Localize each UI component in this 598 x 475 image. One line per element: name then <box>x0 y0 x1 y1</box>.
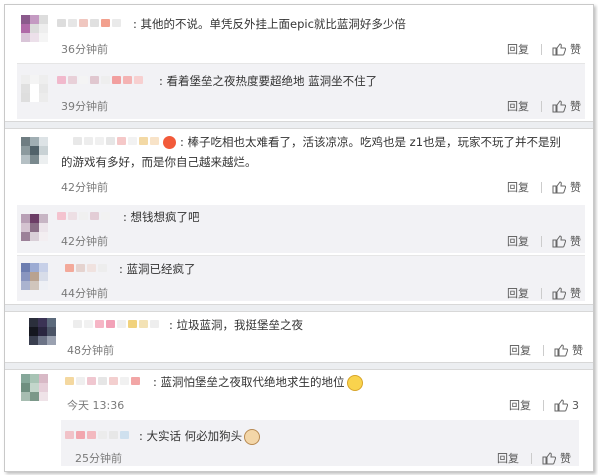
comment-item: : 蓝洞已经疯了 44分钟前 回复 赞 <box>17 255 585 301</box>
comment-actions: 回复 赞 <box>507 285 581 301</box>
avatar[interactable] <box>21 75 49 103</box>
timestamp: 今天 13:36 <box>67 399 125 412</box>
comment-text: : 大实话 何必加狗头 <box>139 426 261 446</box>
avatar[interactable] <box>21 214 49 242</box>
username[interactable] <box>73 320 159 330</box>
comment-group: : 其他的不说。单凭反外挂上面epic就比蓝洞好多少倍 36分钟前 回复 赞 :… <box>5 5 593 123</box>
comment-group: : 垃圾蓝洞，我挺堡垒之夜 48分钟前 回复 赞 <box>5 312 593 362</box>
like-button[interactable]: 3 <box>572 399 579 412</box>
vip-badge: 红 <box>163 136 273 149</box>
comment-text: : 蓝洞怕堡垒之夜取代绝地求生的地位 <box>153 372 363 392</box>
comment-item: : 蓝洞怕堡垒之夜取代绝地求生的地位 今天 13:36 回复 3 <box>17 370 585 414</box>
thumbs-up-icon[interactable] <box>552 234 566 248</box>
like-button[interactable]: 赞 <box>570 285 581 301</box>
like-button[interactable]: 赞 <box>570 41 581 57</box>
comment-actions: 回复 赞 <box>497 450 571 466</box>
comment-text: : 看着堡垒之夜热度要超绝地 蓝洞坐不住了 <box>159 74 378 88</box>
separator <box>5 362 593 370</box>
like-button[interactable]: 赞 <box>572 342 583 358</box>
comment-item: : 垃圾蓝洞，我挺堡垒之夜 48分钟前 回复 赞 <box>17 312 585 362</box>
reply-button[interactable]: 回复 <box>507 179 529 195</box>
avatar[interactable] <box>21 137 49 165</box>
avatar[interactable] <box>21 263 49 291</box>
comment-item: 红: 棒子吃相也太难看了，活该凉凉。吃鸡也是 z1也是，玩家不玩了并不是别的游戏… <box>17 129 585 199</box>
comment-text: : 垃圾蓝洞，我挺堡垒之夜 <box>169 318 304 332</box>
reply-button[interactable]: 回复 <box>507 233 529 249</box>
thumbs-up-icon[interactable] <box>554 343 568 357</box>
comment-text: 红: 棒子吃相也太难看了，活该凉凉。吃鸡也是 z1也是，玩家不玩了并不是别的游戏… <box>61 135 562 169</box>
avatar[interactable] <box>21 15 49 43</box>
separator <box>5 304 593 312</box>
reply-button[interactable]: 回复 <box>507 285 529 301</box>
timestamp: 42分钟前 <box>61 235 108 248</box>
dog-emoji-icon <box>244 428 261 445</box>
thumbs-up-icon[interactable] <box>542 451 556 465</box>
timestamp: 44分钟前 <box>61 287 108 300</box>
avatar[interactable] <box>21 374 49 402</box>
comment-item: : 大实话 何必加狗头 25分钟前 回复 赞 <box>61 420 579 466</box>
like-button[interactable]: 赞 <box>560 450 571 466</box>
comment-actions: 回复 赞 <box>507 233 581 249</box>
like-button[interactable]: 赞 <box>570 233 581 249</box>
thumbs-up-icon[interactable] <box>552 180 566 194</box>
comment-actions: 回复 赞 <box>509 342 583 358</box>
timestamp: 36分钟前 <box>61 43 108 56</box>
avatar[interactable] <box>29 318 57 346</box>
username[interactable] <box>57 212 110 222</box>
comment-text: : 其他的不说。单凭反外挂上面epic就比蓝洞好多少倍 <box>133 17 406 31</box>
comment-group: : 蓝洞怕堡垒之夜取代绝地求生的地位 今天 13:36 回复 3 : 大实话 何… <box>5 370 593 471</box>
comment-actions: 回复 赞 <box>507 98 581 114</box>
reply-button[interactable]: 回复 <box>509 397 531 413</box>
comment-actions: 回复 赞 <box>507 41 581 57</box>
username[interactable] <box>65 431 129 441</box>
username[interactable] <box>57 76 143 86</box>
reply-button[interactable]: 回复 <box>509 342 531 358</box>
comment-item: : 看着堡垒之夜热度要超绝地 蓝洞坐不住了 39分钟前 回复 赞 <box>17 63 585 119</box>
username[interactable] <box>65 264 107 274</box>
like-button[interactable]: 赞 <box>570 179 581 195</box>
timestamp: 48分钟前 <box>67 344 114 357</box>
comment-item: : 想钱想疯了吧 42分钟前 回复 赞 <box>17 205 585 253</box>
comment-text: : 想钱想疯了吧 <box>123 210 200 224</box>
comment-item: : 其他的不说。单凭反外挂上面epic就比蓝洞好多少倍 36分钟前 回复 赞 <box>17 11 585 63</box>
timestamp: 42分钟前 <box>61 181 108 194</box>
timestamp: 39分钟前 <box>61 100 108 113</box>
reply-button[interactable]: 回复 <box>507 98 529 114</box>
separator <box>5 121 593 129</box>
comment-group: 红: 棒子吃相也太难看了，活该凉凉。吃鸡也是 z1也是，玩家不玩了并不是别的游戏… <box>5 129 593 301</box>
comment-text: : 蓝洞已经疯了 <box>119 262 196 276</box>
reply-button[interactable]: 回复 <box>507 41 529 57</box>
thumbs-up-icon[interactable] <box>552 99 566 113</box>
thumbs-up-icon[interactable] <box>554 398 568 412</box>
timestamp: 25分钟前 <box>75 452 122 465</box>
comment-actions: 回复 赞 <box>507 179 581 195</box>
reply-button[interactable]: 回复 <box>497 450 519 466</box>
comment-actions: 回复 3 <box>509 397 579 413</box>
username[interactable] <box>65 377 140 387</box>
thumbs-up-icon[interactable] <box>552 286 566 300</box>
comment-panel: : 其他的不说。单凭反外挂上面epic就比蓝洞好多少倍 36分钟前 回复 赞 :… <box>4 4 594 472</box>
like-button[interactable]: 赞 <box>570 98 581 114</box>
username[interactable] <box>57 19 121 29</box>
thumbs-up-icon[interactable] <box>552 42 566 56</box>
face-emoji-icon <box>346 374 363 391</box>
